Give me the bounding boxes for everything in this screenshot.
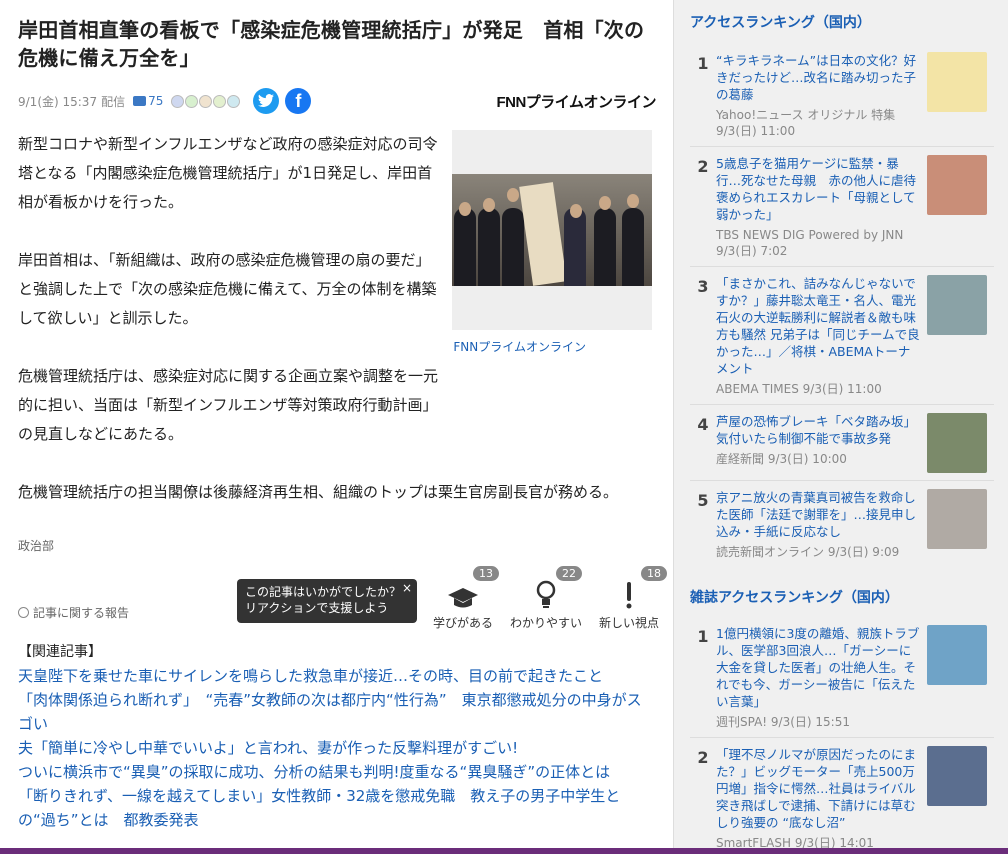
facebook-f-icon: f: [295, 90, 302, 111]
article-body: FNNプライムオンライン 新型コロナや新型インフルエンザなど政府の感染症対応の司…: [18, 130, 667, 832]
comment-link[interactable]: 75: [133, 94, 163, 108]
rank-number: 5: [697, 491, 709, 510]
publish-suffix: 配信: [101, 94, 126, 109]
photo-image: [452, 174, 652, 286]
ranking-item[interactable]: 2 5歳息子を猫用ケージに監禁・暴行…死なせた母親 赤の他人に虐待褒められエスカ…: [690, 146, 994, 266]
ranking-item[interactable]: 3 「まさかこれ、詰みなんじゃないですか？」藤井聡太竜王・名人、電光石火の大逆転…: [690, 266, 994, 404]
face-icon: [185, 94, 199, 108]
rank-thumbnail: [927, 413, 987, 473]
related-links: 天皇陛下を乗せた車にサイレンを鳴らした救急車が接近…その時、目の前で起きたこと …: [18, 664, 656, 832]
comment-count: 75: [148, 94, 164, 108]
rank-headline: 「まさかこれ、詰みなんじゃないですか？」藤井聡太竜王・名人、電光石火の大逆転勝利…: [716, 276, 920, 376]
rank-source: TBS NEWS DIG Powered by JNN 9/3(日) 7:02: [716, 228, 904, 258]
rank-headline: “キラキラネーム”は日本の文化？好きだったけど…改名に踏み切った子の葛藤: [716, 53, 917, 102]
publish-date: 9/1(金) 15:37: [18, 94, 98, 109]
reaction-bar: 記事に関する報告 この記事はいかがでしたか？ リアクションで支援しよう × 13…: [18, 566, 667, 630]
facebook-share-button[interactable]: f: [285, 88, 312, 114]
report-label: 記事に関する報告: [33, 606, 130, 620]
rank-headline: 芦屋の恐怖ブレーキ「ベタ踏み坂」 気付いたら制御不能で事故多発: [716, 414, 923, 446]
ranking-item[interactable]: 5 京アニ放火の青葉真司被告を救命した医師「法廷で謝罪を」…接見申し込み・手紙に…: [690, 480, 994, 567]
comment-bubble-icon: [133, 96, 147, 106]
paragraph-1: 新型コロナや新型インフルエンザなど政府の感染症対応の司令塔となる「内閣感染症危機…: [18, 135, 438, 211]
reaction-new-view-button[interactable]: 18 新しい視点: [589, 566, 669, 631]
paragraph-3: 危機管理統括庁は、感染症対応に関する企画立案や調整を一元的に担い、当面は「新型イ…: [18, 367, 439, 443]
prohibited-icon: [18, 607, 29, 618]
face-icon: [227, 94, 241, 108]
ranking-item[interactable]: 1 “キラキラネーム”は日本の文化？好きだったけど…改名に踏み切った子の葛藤 Y…: [690, 44, 994, 146]
rank-source: 週刊SPA! 9/3(日) 15:51: [716, 715, 850, 729]
related-link[interactable]: ついに横浜市で“異臭”の採取に成功、分析の結果も判明!度重なる“異臭騒ぎ”の正体…: [18, 760, 656, 784]
reaction-count: 13: [473, 566, 499, 581]
article-meta: 9/1(金) 15:37 配信 75 f FNNプライムオンライン: [18, 88, 656, 114]
exclamation-icon: [589, 580, 669, 610]
rank-source: 読売新聞オンライン 9/3(日) 9:09: [716, 545, 900, 559]
reaction-faces[interactable]: [171, 94, 241, 108]
tooltip-line-2: リアクションで支援しよう: [245, 601, 389, 615]
rank-thumbnail: [927, 52, 987, 112]
face-icon: [171, 94, 185, 108]
related-link[interactable]: 夫「簡単に冷やし中華でいいよ」と言われ、妻が作った反撃料理がすごい!: [18, 736, 656, 760]
reaction-label: 新しい視点: [598, 616, 659, 630]
tooltip-line-1: この記事はいかがでしたか？: [245, 585, 402, 599]
sidebar: アクセスランキング（国内） 1 “キラキラネーム”は日本の文化？好きだったけど……: [673, 0, 1008, 854]
rank-source: ABEMA TIMES 9/3(日) 11:00: [716, 382, 882, 396]
face-icon: [199, 94, 213, 108]
rank-headline: 5歳息子を猫用ケージに監禁・暴行…死なせた母親 赤の他人に虐待褒められエスカレー…: [716, 156, 917, 222]
rank-thumbnail: [927, 155, 987, 215]
article-main: 岸田首相直筆の看板で「感染症危機管理統括庁」が発足 首相「次の危機に備え万全を」…: [0, 0, 672, 854]
rank-number: 3: [697, 277, 709, 296]
rank-number: 4: [697, 415, 709, 434]
rank-thumbnail: [927, 746, 987, 806]
ranking-item[interactable]: 4 芦屋の恐怖ブレーキ「ベタ踏み坂」 気付いたら制御不能で事故多発 産経新聞 9…: [690, 404, 994, 480]
paragraph-4: 危機管理統括庁の担当閣僚は後藤経済再生相、組織のトップは栗生官房副長官が務める。: [18, 483, 619, 501]
article-title: 岸田首相直筆の看板で「感染症危機管理統括庁」が発足 首相「次の危機に備え万全を」: [18, 18, 645, 70]
rank-source: 産経新聞 9/3(日) 10:00: [716, 452, 847, 466]
face-icon: [213, 94, 227, 108]
reaction-learn-button[interactable]: 13 学びがある: [423, 566, 503, 631]
ranking-heading: アクセスランキング（国内）: [690, 15, 871, 31]
magazine-ranking-list: 1 1億円横領に3度の離婚、親族トラブル、医学部3回浪人…「ガーシーに大金を貸し…: [690, 617, 994, 854]
ranking-list: 1 “キラキラネーム”は日本の文化？好きだったけど…改名に踏み切った子の葛藤 Y…: [690, 44, 994, 567]
tooltip-close-icon[interactable]: ×: [402, 580, 412, 596]
rank-headline: 「理不尽ノルマが原因だったのにまた？」ビッグモーター「売上500万円増」指令に愕…: [716, 747, 917, 830]
rank-number: 2: [697, 748, 709, 767]
reaction-label: わかりやすい: [509, 616, 582, 630]
rank-headline: 京アニ放火の青葉真司被告を救命した医師「法廷で謝罪を」…接見申し込み・手紙に反応…: [716, 490, 917, 539]
rank-thumbnail: [927, 489, 987, 549]
rank-headline: 1億円横領に3度の離婚、親族トラブル、医学部3回浪人…「ガーシーに大金を貸した医…: [716, 626, 920, 709]
paragraph-2: 岸田首相は、「新組織は、政府の感染症危機管理の扇の要だ」と強調した上で「次の感染…: [18, 251, 437, 327]
article-photo[interactable]: [452, 130, 652, 330]
photo-caption[interactable]: FNNプライムオンライン: [453, 338, 586, 355]
related-link[interactable]: 天皇陛下を乗せた車にサイレンを鳴らした救急車が接近…その時、目の前で起きたこと: [18, 664, 656, 688]
related-link[interactable]: 「断りきれず、一線を越えてしまい」女性教師・32歳を懲戒免職 教え子の男子中学生…: [18, 784, 656, 832]
rank-number: 1: [697, 627, 709, 646]
reaction-clear-button[interactable]: 22 わかりやすい: [506, 566, 586, 631]
magazine-ranking-item[interactable]: 2 「理不尽ノルマが原因だったのにまた？」ビッグモーター「売上500万円増」指令…: [690, 737, 994, 854]
rank-thumbnail: [927, 625, 987, 685]
reaction-count: 18: [641, 566, 667, 581]
department-label: 政治部: [18, 539, 55, 553]
related-link[interactable]: 「肉体関係迫られ断れず」 “売春”女教師の次は都庁内“性行為” 東京都懲戒処分の…: [18, 688, 656, 736]
rank-source: Yahoo!ニュース オリジナル 特集 9/3(日) 11:00: [716, 108, 896, 138]
magazine-ranking-heading: 雑誌アクセスランキング（国内）: [690, 590, 899, 606]
publisher-logo[interactable]: FNNプライムオンライン: [496, 91, 656, 112]
twitter-share-button[interactable]: [253, 88, 280, 114]
reaction-count: 22: [556, 566, 582, 581]
bottom-bar: [0, 848, 1008, 854]
reaction-tooltip: この記事はいかがでしたか？ リアクションで支援しよう ×: [237, 579, 417, 623]
twitter-bird-icon: [258, 94, 275, 107]
lightbulb-icon: [506, 580, 586, 610]
rank-thumbnail: [927, 275, 987, 335]
related-heading: 【関連記事】: [18, 644, 102, 660]
rank-number: 2: [697, 157, 709, 176]
rank-number: 1: [697, 54, 709, 73]
report-link[interactable]: 記事に関する報告: [18, 604, 129, 621]
graduation-cap-icon: [423, 580, 503, 610]
magazine-ranking-item[interactable]: 1 1億円横領に3度の離婚、親族トラブル、医学部3回浪人…「ガーシーに大金を貸し…: [690, 617, 994, 737]
reaction-label: 学びがある: [432, 616, 493, 630]
